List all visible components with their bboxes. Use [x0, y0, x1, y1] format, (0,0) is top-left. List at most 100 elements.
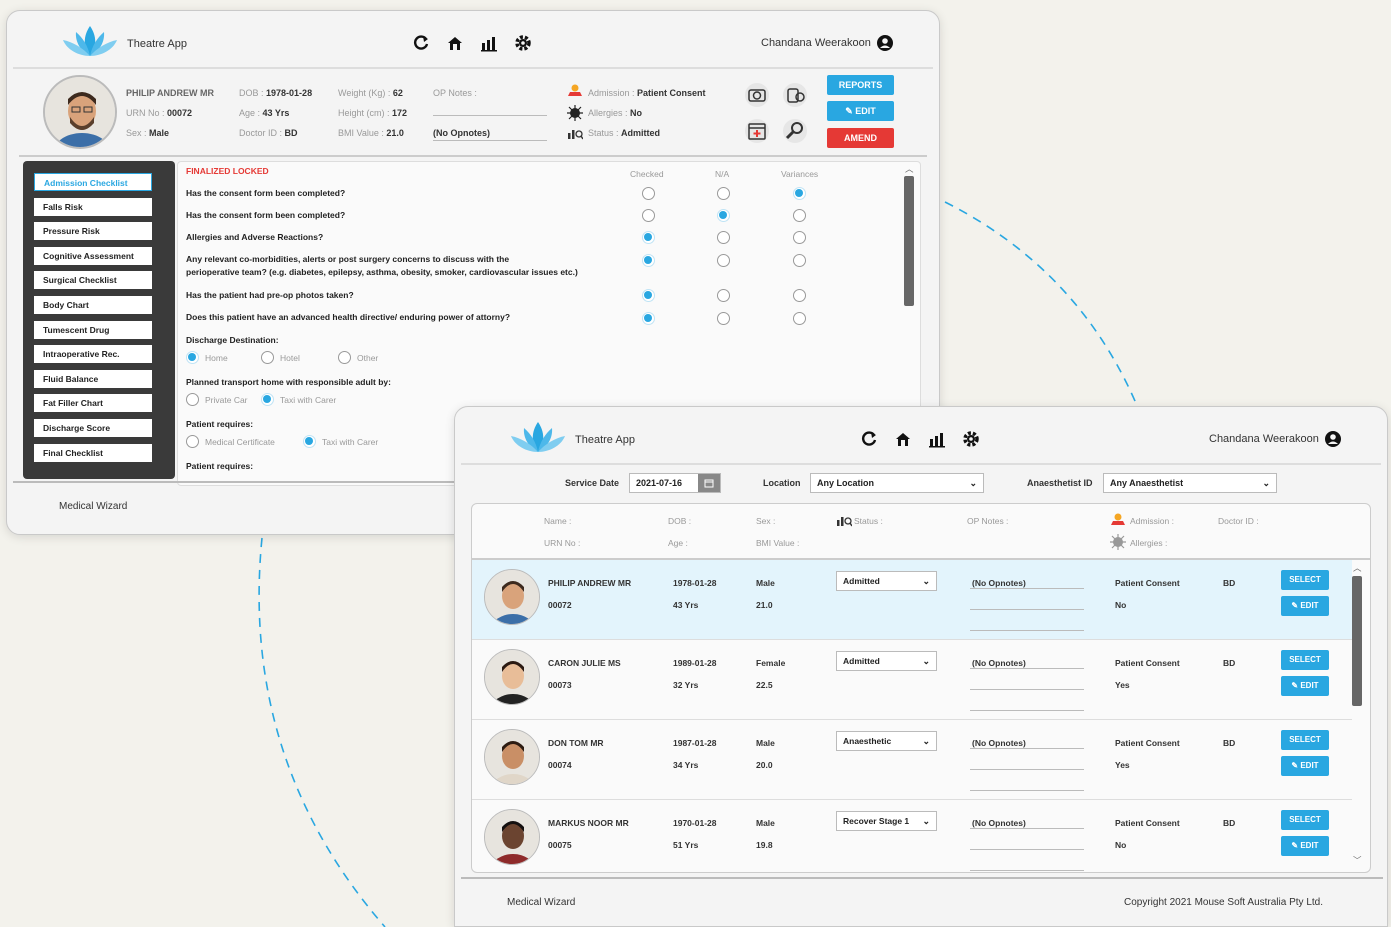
row-bmi: 19.8	[756, 840, 773, 850]
scroll-down-icon[interactable]: ﹀	[1353, 854, 1362, 866]
table-row[interactable]: MARKUS NOOR MR 00075 1970-01-28 51 Yrs M…	[472, 800, 1352, 872]
row-urn: 00074	[548, 760, 572, 770]
row-allergies: Yes	[1115, 680, 1130, 690]
chart-icon[interactable]	[927, 429, 947, 449]
option-radio[interactable]	[303, 435, 316, 448]
option-radio[interactable]	[186, 435, 199, 448]
na-radio[interactable]	[717, 312, 730, 325]
list-scrollbar[interactable]	[1352, 576, 1362, 706]
checked-radio[interactable]	[642, 312, 655, 325]
status-select[interactable]: Recover Stage 1 ⌄	[836, 811, 937, 831]
gear-icon[interactable]	[513, 33, 533, 53]
camera-icon[interactable]	[743, 82, 771, 108]
anaesthetist-select[interactable]: Any Anaesthetist ⌄	[1103, 473, 1277, 493]
col-na: N/A	[715, 169, 730, 179]
checked-radio[interactable]	[642, 231, 655, 244]
sidebar-item-discharge-score[interactable]: Discharge Score	[34, 419, 152, 437]
checked-radio[interactable]	[642, 209, 655, 222]
checked-radio[interactable]	[642, 254, 655, 267]
home-icon[interactable]	[893, 429, 913, 449]
na-radio[interactable]	[717, 209, 730, 222]
na-radio[interactable]	[717, 289, 730, 302]
urn-value: 00072	[167, 108, 193, 118]
select-button[interactable]: SELECT	[1281, 810, 1329, 830]
variances-radio[interactable]	[793, 187, 806, 200]
scroll-up-icon[interactable]: ︿	[905, 163, 914, 175]
header-op-notes: OP Notes :	[967, 516, 1009, 526]
admission-label: Admission :	[588, 88, 635, 98]
table-row[interactable]: PHILIP ANDREW MR 00072 1978-01-28 43 Yrs…	[472, 560, 1352, 640]
na-radio[interactable]	[717, 187, 730, 200]
search-record-icon[interactable]	[781, 118, 809, 144]
variances-radio[interactable]	[793, 231, 806, 244]
calendar-add-icon[interactable]	[743, 118, 771, 144]
requires-label: Patient requires:	[186, 419, 254, 429]
status-select[interactable]: Anaesthetic ⌄	[836, 731, 937, 751]
location-select[interactable]: Any Location ⌄	[810, 473, 984, 493]
medication-icon[interactable]	[781, 82, 809, 108]
edit-patient-button[interactable]: ✎ EDIT	[827, 101, 894, 121]
calendar-icon[interactable]	[698, 474, 720, 492]
table-row[interactable]: DON TOM MR 00074 1987-01-28 34 Yrs Male …	[472, 720, 1352, 800]
status-select[interactable]: Admitted ⌄	[836, 651, 937, 671]
checked-radio[interactable]	[642, 187, 655, 200]
sidebar-item-intraoperative-rec[interactable]: Intraoperative Rec.	[34, 345, 152, 364]
chart-icon[interactable]	[479, 33, 499, 53]
na-radio[interactable]	[717, 254, 730, 267]
refresh-icon[interactable]	[859, 429, 879, 449]
option-radio[interactable]	[338, 351, 351, 364]
footer-brand: Medical Wizard	[507, 897, 576, 908]
sidebar-item-body-chart[interactable]: Body Chart	[34, 296, 152, 314]
sidebar-item-falls-risk[interactable]: Falls Risk	[34, 197, 152, 216]
select-button[interactable]: SELECT	[1281, 650, 1329, 670]
row-sex: Male	[756, 578, 775, 588]
edit-label: EDIT	[1300, 761, 1319, 770]
row-op-notes: (No Opnotes)	[972, 738, 1026, 748]
home-icon[interactable]	[445, 33, 465, 53]
reports-button[interactable]: REPORTS	[827, 75, 894, 95]
variances-radio[interactable]	[793, 289, 806, 302]
edit-label: EDIT	[855, 106, 876, 116]
gear-icon[interactable]	[961, 429, 981, 449]
sidebar-item-fat-filler-chart[interactable]: Fat Filler Chart	[34, 394, 152, 413]
option-radio[interactable]	[186, 351, 199, 364]
variances-radio[interactable]	[793, 209, 806, 222]
sidebar-item-tumescent-drug[interactable]: Tumescent Drug	[34, 320, 152, 339]
user-menu[interactable]: Chandana Weerakoon	[761, 35, 893, 51]
option-label: Medical Certificate	[205, 437, 275, 447]
edit-row-button[interactable]: ✎ EDIT	[1281, 676, 1329, 696]
sidebar-item-fluid-balance[interactable]: Fluid Balance	[34, 369, 152, 388]
variances-radio[interactable]	[793, 254, 806, 267]
amend-button[interactable]: AMEND	[827, 128, 894, 148]
sidebar-item-surgical-checklist[interactable]: Surgical Checklist	[34, 271, 152, 290]
sidebar-item-pressure-risk[interactable]: Pressure Risk	[34, 222, 152, 241]
sidebar-item-cognitive-assessment[interactable]: Cognitive Assessment	[34, 246, 152, 265]
service-date-input[interactable]: 2021-07-16	[629, 473, 721, 493]
chevron-down-icon: ⌄	[922, 656, 930, 666]
edit-row-button[interactable]: ✎ EDIT	[1281, 596, 1329, 616]
edit-row-button[interactable]: ✎ EDIT	[1281, 756, 1329, 776]
select-button[interactable]: SELECT	[1281, 570, 1329, 590]
refresh-icon[interactable]	[411, 33, 431, 53]
checklist-scrollbar[interactable]	[904, 176, 914, 306]
na-radio[interactable]	[717, 231, 730, 244]
table-row[interactable]: CARON JULIE MS 00073 1989-01-28 32 Yrs F…	[472, 640, 1352, 720]
row-name: PHILIP ANDREW MR	[548, 578, 632, 588]
option-radio[interactable]	[261, 393, 274, 406]
chevron-down-icon: ⌄	[922, 816, 930, 826]
option-radio[interactable]	[186, 393, 199, 406]
chevron-down-icon: ⌄	[1262, 478, 1270, 488]
allergy-icon	[567, 105, 583, 121]
sidebar-item-final-checklist[interactable]: Final Checklist	[34, 443, 152, 462]
app-header: Theatre App Chandana Weerakoon	[7, 11, 939, 69]
checked-radio[interactable]	[642, 289, 655, 302]
select-button[interactable]: SELECT	[1281, 730, 1329, 750]
variances-radio[interactable]	[793, 312, 806, 325]
user-menu[interactable]: Chandana Weerakoon	[1209, 431, 1341, 447]
scroll-up-icon[interactable]: ︿	[1353, 562, 1362, 574]
sidebar-item-admission-checklist[interactable]: Admission Checklist	[34, 173, 152, 191]
option-radio[interactable]	[261, 351, 274, 364]
lotus-logo-icon	[63, 26, 117, 56]
status-select[interactable]: Admitted ⌄	[836, 571, 937, 591]
edit-row-button[interactable]: ✎ EDIT	[1281, 836, 1329, 856]
